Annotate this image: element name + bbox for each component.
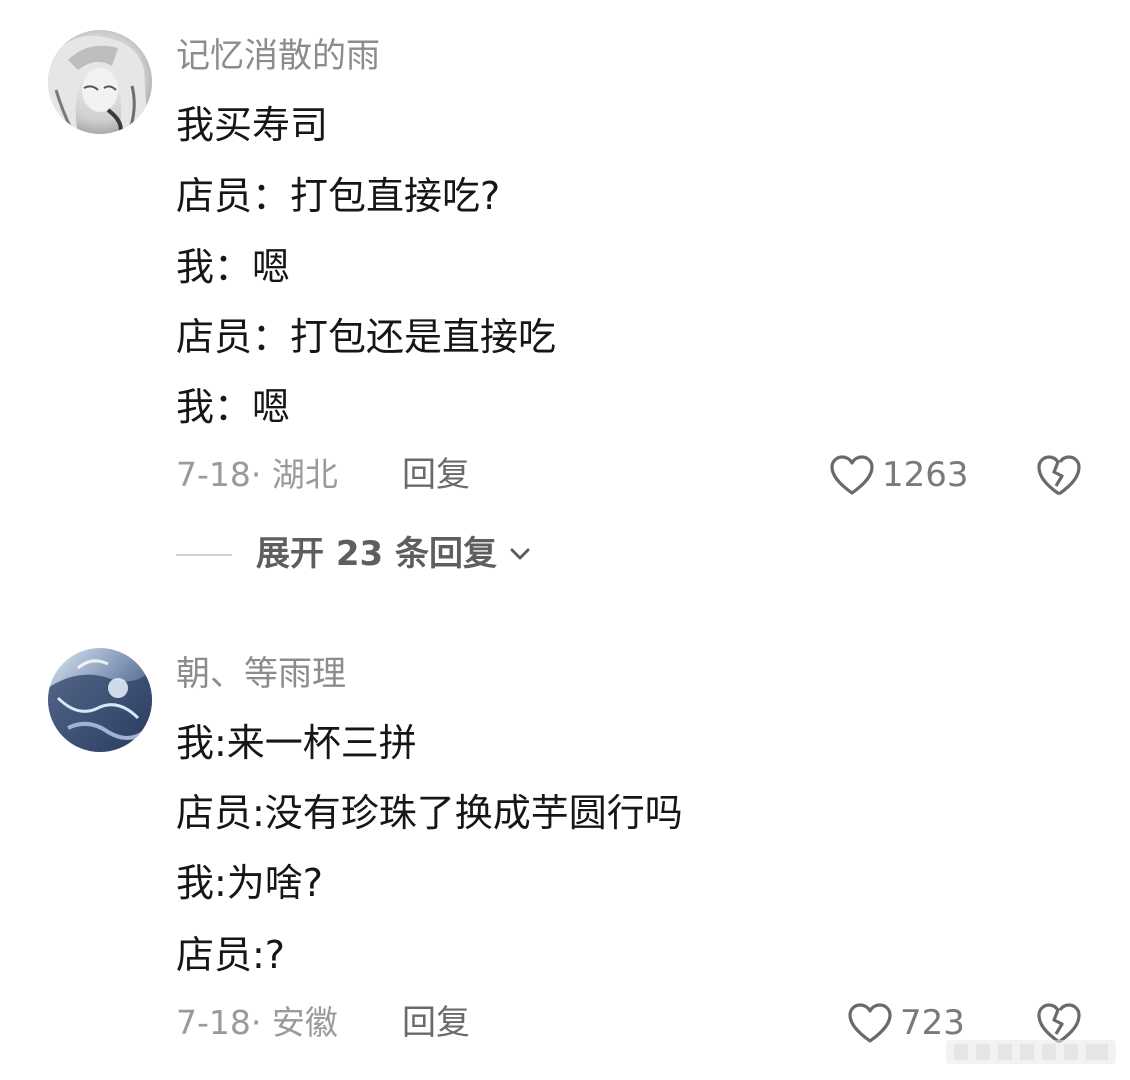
reply-button[interactable]: 回复 bbox=[402, 455, 470, 495]
chevron-down-icon[interactable] bbox=[508, 544, 532, 564]
avatar[interactable] bbox=[48, 648, 152, 752]
expand-replies-label[interactable]: 展开 23 条回复 bbox=[256, 534, 497, 574]
heart-outline-icon[interactable] bbox=[846, 1001, 894, 1045]
comment-text-line: 店员:? bbox=[176, 933, 285, 977]
comment-date-location: 7-18· 湖北 bbox=[176, 455, 338, 494]
like-count: 1263 bbox=[882, 455, 969, 495]
comment-text-line: 我:为啥? bbox=[176, 861, 323, 905]
broken-heart-icon[interactable] bbox=[1034, 452, 1084, 498]
watermark-logo bbox=[946, 1040, 1116, 1064]
heart-outline-icon[interactable] bbox=[828, 453, 876, 497]
comment-text-line: 我买寿司 bbox=[176, 103, 329, 147]
comment-date-location: 7-18· 安徽 bbox=[176, 1003, 338, 1042]
comment-text-line: 我：嗯 bbox=[176, 245, 291, 289]
username[interactable]: 朝、等雨理 bbox=[176, 654, 346, 694]
username[interactable]: 记忆消散的雨 bbox=[176, 36, 380, 76]
comment-text-line: 店员:没有珍珠了换成芋圆行吗 bbox=[176, 791, 683, 835]
comment-text-line: 店员：打包还是直接吃 bbox=[176, 315, 557, 359]
avatar[interactable] bbox=[48, 30, 152, 134]
comment-text-line: 我:来一杯三拼 bbox=[176, 721, 417, 765]
comment-text-line: 我：嗯 bbox=[176, 385, 291, 429]
comment-list: 记忆消散的雨 我买寿司 店员：打包直接吃? 我：嗯 店员：打包还是直接吃 我：嗯… bbox=[0, 0, 1130, 1080]
divider bbox=[176, 554, 232, 556]
comment-text-line: 店员：打包直接吃? bbox=[176, 174, 501, 218]
reply-button[interactable]: 回复 bbox=[402, 1003, 470, 1043]
